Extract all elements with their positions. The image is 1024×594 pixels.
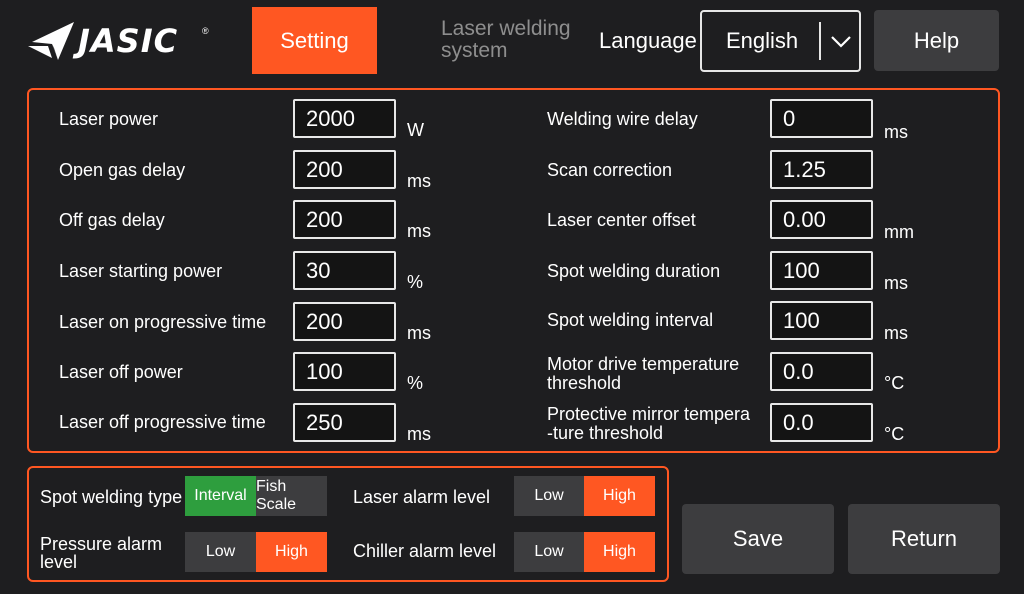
param-label-scan-correction: Scan correction	[547, 160, 673, 180]
language-value: English	[726, 28, 799, 53]
param-label-laser-power: Laser power	[59, 109, 159, 129]
laser-alarm-level-label: Laser alarm level	[353, 487, 491, 507]
param-label-laser-starting-power: Laser starting power	[59, 261, 223, 281]
chiller-alarm-level-toggle: Low High	[514, 532, 655, 572]
return-button[interactable]: Return	[848, 504, 1000, 574]
save-button[interactable]: Save	[682, 504, 834, 574]
spot-welding-type-label: Spot welding type	[40, 487, 183, 507]
param-unit: %	[407, 373, 424, 393]
spot-type-fish-scale-option[interactable]: Fish Scale	[256, 476, 327, 516]
param-unit: ms	[884, 323, 908, 343]
laser-alarm-high-option[interactable]: High	[584, 476, 655, 516]
open-gas-delay-input[interactable]: 200	[293, 150, 396, 189]
param-unit: °C	[884, 373, 905, 393]
chiller-alarm-level-label: Chiller alarm level	[353, 541, 497, 561]
param-label-laser-on-progressive-time: Laser on progressive time	[59, 312, 267, 332]
laser-off-progressive-time-input[interactable]: 250	[293, 403, 396, 442]
param-unit: °C	[884, 424, 905, 444]
jasic-logo-icon	[28, 22, 74, 60]
app-title: Laser welding system	[441, 17, 571, 62]
laser-center-offset-input[interactable]: 0.00	[770, 200, 873, 239]
param-label-off-gas-delay: Off gas delay	[59, 210, 165, 230]
laser-power-input[interactable]: 2000	[293, 99, 396, 138]
param-unit: ms	[407, 171, 431, 191]
pressure-alarm-level-label: Pressure alarm level	[40, 534, 163, 572]
language-label: Language	[599, 28, 697, 53]
param-unit: ms	[407, 221, 431, 241]
scan-correction-input[interactable]: 1.25	[770, 150, 873, 189]
param-unit: %	[407, 272, 424, 292]
laser-off-power-input[interactable]: 100	[293, 352, 396, 391]
language-dropdown[interactable]: English	[700, 10, 861, 72]
spot-type-interval-option[interactable]: Interval	[185, 476, 256, 516]
protective-mirror-temperature-threshold-input[interactable]: 0.0	[770, 403, 873, 442]
param-label-open-gas-delay: Open gas delay	[59, 160, 186, 180]
off-gas-delay-input[interactable]: 200	[293, 200, 396, 239]
jasic-logo: JASIC ®	[28, 16, 218, 66]
param-label-laser-off-power: Laser off power	[59, 362, 183, 382]
welding-wire-delay-input[interactable]: 0	[770, 99, 873, 138]
spot-welding-interval-input[interactable]: 100	[770, 301, 873, 340]
pressure-high-option[interactable]: High	[256, 532, 327, 572]
param-unit: ms	[884, 273, 908, 293]
brand-name: JASIC	[78, 22, 179, 60]
help-button[interactable]: Help	[874, 10, 999, 71]
chevron-down-icon[interactable]	[829, 30, 853, 54]
spot-welding-type-toggle: Interval Fish Scale	[185, 476, 327, 516]
param-unit: ms	[407, 424, 431, 444]
param-label-protective-mirror-temperature-threshold: Protective mirror tempera-ture threshold	[547, 404, 751, 443]
param-label-motor-drive-temperature-threshold: Motor drive temperature threshold	[547, 354, 740, 393]
laser-starting-power-input[interactable]: 30	[293, 251, 396, 290]
laser-alarm-level-toggle: Low High	[514, 476, 655, 516]
setting-button[interactable]: Setting	[252, 7, 377, 74]
spot-welding-duration-input[interactable]: 100	[770, 251, 873, 290]
param-unit: ms	[407, 323, 431, 343]
pressure-low-option[interactable]: Low	[185, 532, 256, 572]
param-label-laser-off-progressive-time: Laser off progressive time	[59, 412, 266, 432]
pressure-alarm-level-toggle: Low High	[185, 532, 327, 572]
param-unit: ms	[884, 122, 908, 142]
registered-mark: ®	[202, 26, 209, 36]
param-unit: mm	[884, 222, 914, 242]
chiller-alarm-high-option[interactable]: High	[584, 532, 655, 572]
param-label-laser-center-offset: Laser center offset	[547, 210, 696, 230]
param-label-spot-welding-interval: Spot welding interval	[547, 310, 714, 330]
chiller-alarm-low-option[interactable]: Low	[514, 532, 584, 572]
param-unit: W	[407, 120, 424, 140]
param-label-welding-wire-delay: Welding wire delay	[547, 109, 698, 129]
motor-drive-temperature-threshold-input[interactable]: 0.0	[770, 352, 873, 391]
laser-alarm-low-option[interactable]: Low	[514, 476, 584, 516]
param-label-spot-welding-duration: Spot welding duration	[547, 261, 721, 281]
laser-on-progressive-time-input[interactable]: 200	[293, 302, 396, 341]
dropdown-divider	[819, 22, 821, 60]
